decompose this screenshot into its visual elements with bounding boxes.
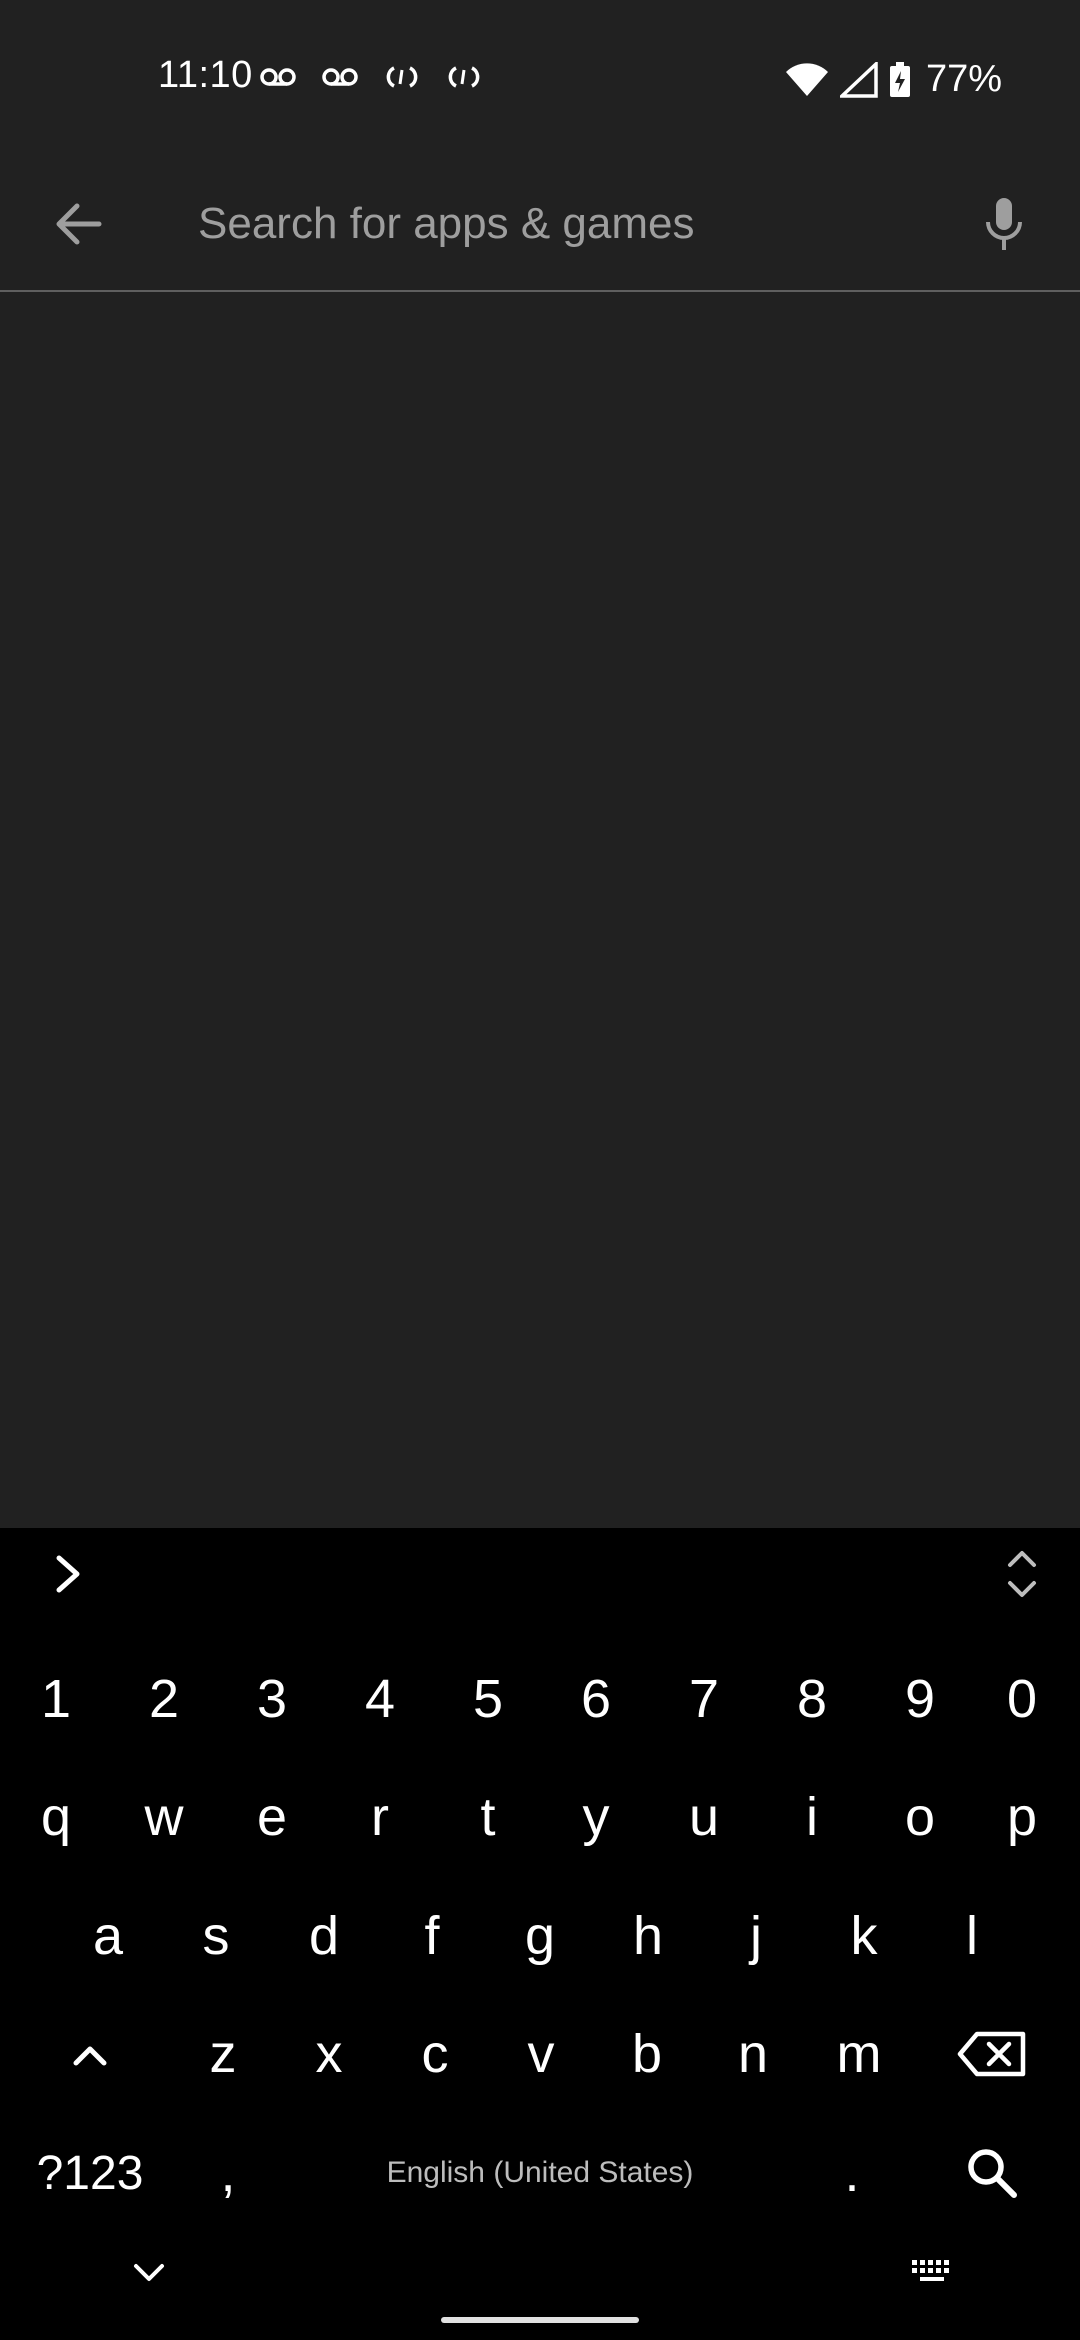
key-z[interactable]: z [170, 1995, 276, 2113]
key-g[interactable]: g [486, 1877, 594, 1995]
key-2[interactable]: 2 [110, 1640, 218, 1758]
key-o[interactable]: o [866, 1758, 974, 1876]
key-3[interactable]: 3 [218, 1640, 326, 1758]
switch-keyboard-button[interactable] [898, 2248, 968, 2298]
key-m[interactable]: m [806, 1995, 912, 2113]
key-d[interactable]: d [270, 1877, 378, 1995]
key-a[interactable]: a [54, 1877, 162, 1995]
cell-signal-icon [839, 61, 878, 98]
period-key[interactable]: . [800, 2114, 904, 2232]
backspace-key[interactable] [922, 1995, 1062, 2113]
key-k[interactable]: k [810, 1877, 918, 1995]
key-i[interactable]: i [758, 1758, 866, 1876]
back-arrow-icon [56, 203, 102, 245]
key-x[interactable]: x [276, 1995, 382, 2113]
key-t[interactable]: t [434, 1758, 542, 1876]
shift-caret-icon [73, 2046, 107, 2066]
search-suggestions-area [0, 292, 1080, 1528]
key-1[interactable]: 1 [2, 1640, 110, 1758]
sync-icon [448, 66, 480, 88]
hide-keyboard-button[interactable] [118, 2248, 180, 2298]
key-4[interactable]: 4 [326, 1640, 434, 1758]
status-bar: 11:10 77% [0, 0, 1080, 160]
sync-icon [386, 66, 418, 88]
keyboard-toolbar [0, 1528, 1080, 1622]
key-f[interactable]: f [378, 1877, 486, 1995]
key-p[interactable]: p [968, 1758, 1076, 1876]
letter-row-2: a s d f g h j k l [0, 1877, 1080, 1995]
number-row: 1 2 3 4 5 6 7 8 9 0 [0, 1640, 1080, 1758]
letter-row-1: q w e r t y u i o p [0, 1758, 1080, 1876]
status-time: 11:10 [158, 54, 253, 96]
key-y[interactable]: y [542, 1758, 650, 1876]
voice-search-button[interactable] [966, 186, 1042, 262]
system-icons: 77% [784, 58, 1002, 101]
key-u[interactable]: u [650, 1758, 758, 1876]
key-e[interactable]: e [218, 1758, 326, 1876]
keyboard: 1 2 3 4 5 6 7 8 9 0 q w e r t y u i o p … [0, 1528, 1080, 2340]
key-9[interactable]: 9 [866, 1640, 974, 1758]
key-l[interactable]: l [918, 1877, 1026, 1995]
key-7[interactable]: 7 [650, 1640, 758, 1758]
search-action-key[interactable] [922, 2114, 1062, 2232]
back-button[interactable] [42, 188, 114, 260]
voicemail-icon [260, 68, 296, 86]
search-bar [0, 160, 1080, 292]
key-0[interactable]: 0 [968, 1640, 1076, 1758]
keyboard-nav-row [0, 2228, 1080, 2308]
key-q[interactable]: q [2, 1758, 110, 1876]
toolbar-expand-button[interactable] [40, 1546, 96, 1602]
key-s[interactable]: s [162, 1877, 270, 1995]
chevron-right-icon [56, 1555, 80, 1593]
microphone-icon [986, 198, 1022, 250]
wifi-icon [785, 62, 828, 96]
key-6[interactable]: 6 [542, 1640, 650, 1758]
unfold-icon [1008, 1551, 1036, 1597]
key-j[interactable]: j [702, 1877, 810, 1995]
key-8[interactable]: 8 [758, 1640, 866, 1758]
letter-row-3: z x c v b n m [0, 1995, 1080, 2113]
key-h[interactable]: h [594, 1877, 702, 1995]
key-w[interactable]: w [110, 1758, 218, 1876]
space-bar[interactable]: English (United States) [290, 2114, 790, 2232]
key-r[interactable]: r [326, 1758, 434, 1876]
key-5[interactable]: 5 [434, 1640, 542, 1758]
key-b[interactable]: b [594, 1995, 700, 2113]
home-gesture-handle[interactable] [441, 2317, 639, 2323]
keyboard-resize-button[interactable] [994, 1542, 1050, 1606]
search-input[interactable] [198, 184, 938, 264]
symbols-key[interactable]: ?123 [20, 2114, 160, 2232]
key-v[interactable]: v [488, 1995, 594, 2113]
search-icon [968, 2149, 1017, 2198]
bottom-row: ?123 , English (United States) . [0, 2114, 1080, 2232]
chevron-down-icon [134, 2264, 164, 2281]
key-n[interactable]: n [700, 1995, 806, 2113]
keyboard-icon [912, 2260, 949, 2281]
comma-key[interactable]: , [176, 2114, 280, 2232]
notification-icons [258, 62, 484, 92]
shift-key[interactable] [20, 1995, 160, 2113]
key-c[interactable]: c [382, 1995, 488, 2113]
battery-percent: 77% [925, 58, 1002, 100]
voicemail-icon [322, 68, 358, 86]
battery-charging-icon [889, 61, 910, 97]
backspace-icon [957, 2031, 1026, 2077]
